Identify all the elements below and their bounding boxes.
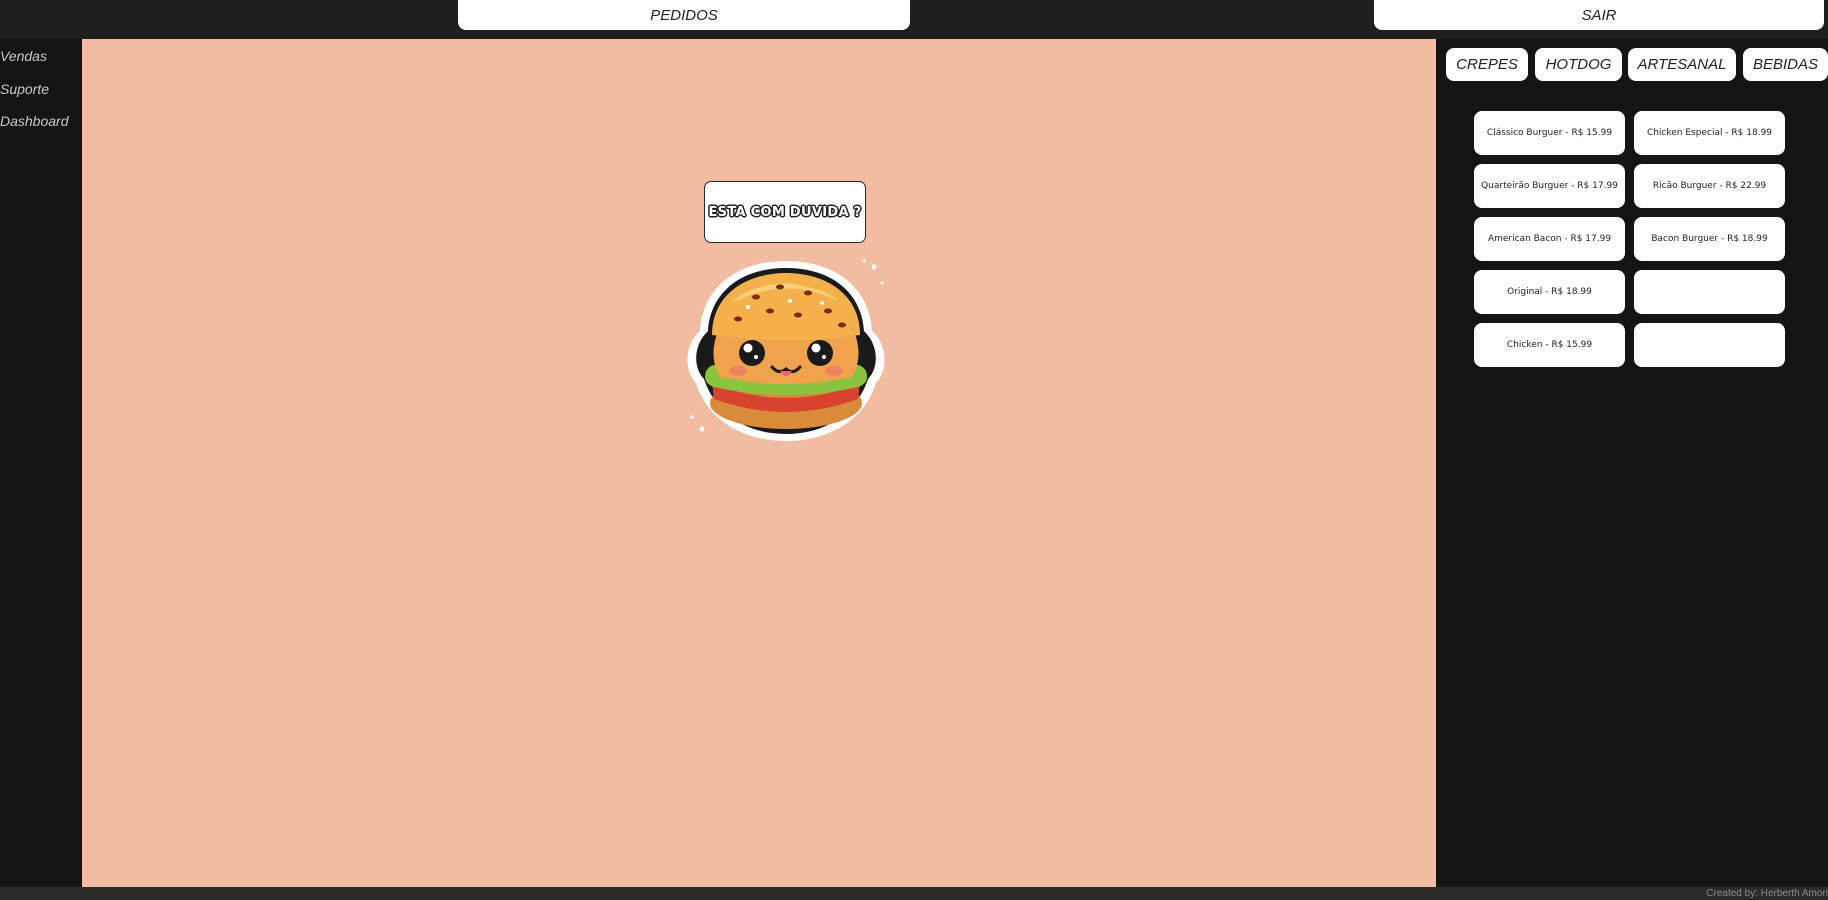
category-artesanal-button[interactable]: ARTESANAL: [1628, 48, 1736, 81]
help-button[interactable]: ESTA COM DUVIDA ?: [704, 181, 866, 243]
menu-item-button[interactable]: American Bacon - R$ 17.99: [1474, 217, 1625, 261]
menu-item-button[interactable]: Clássico Burguer - R$ 15.99: [1474, 111, 1625, 155]
sidebar-item-dashboard[interactable]: Dashboard: [0, 113, 69, 129]
category-crepes-button[interactable]: CREPES: [1446, 48, 1528, 81]
burger-mascot-icon: [687, 259, 885, 441]
sidebar-item-vendas[interactable]: Vendas: [0, 48, 47, 64]
footer: Created by: Herberth Amori: [0, 887, 1828, 900]
sidebar-item-suporte[interactable]: Suporte: [0, 81, 49, 97]
category-hotdog-button[interactable]: HOTDOG: [1535, 48, 1622, 81]
menu-item-button[interactable]: Chicken - R$ 15.99: [1474, 323, 1625, 367]
credit-text: Created by: Herberth Amori: [1706, 888, 1828, 899]
menu-item-button[interactable]: Original - R$ 18.99: [1474, 270, 1625, 314]
sair-button[interactable]: SAIR: [1374, 0, 1824, 30]
menu-item-empty-button[interactable]: [1634, 323, 1785, 367]
top-bar: PEDIDOS SAIR: [0, 0, 1828, 39]
menu-item-button[interactable]: Chicken Especial - R$ 18.99: [1634, 111, 1785, 155]
menu-panel: CREPES HOTDOG ARTESANAL BEBIDAS Clássico…: [1436, 39, 1828, 887]
pedidos-button[interactable]: PEDIDOS: [458, 0, 910, 30]
sidebar: Vendas Suporte Dashboard: [0, 39, 82, 887]
menu-item-button[interactable]: Bacon Burguer - R$ 18.99: [1634, 217, 1785, 261]
category-bebidas-button[interactable]: BEBIDAS: [1743, 48, 1828, 81]
menu-item-button[interactable]: Quarteirão Burguer - R$ 17.99: [1474, 164, 1625, 208]
menu-item-button[interactable]: Ricão Burguer - R$ 22.99: [1634, 164, 1785, 208]
help-label: ESTA COM DUVIDA ?: [708, 204, 862, 220]
menu-item-empty-button[interactable]: [1634, 270, 1785, 314]
main-content: ESTA COM DUVIDA ?: [82, 39, 1436, 887]
